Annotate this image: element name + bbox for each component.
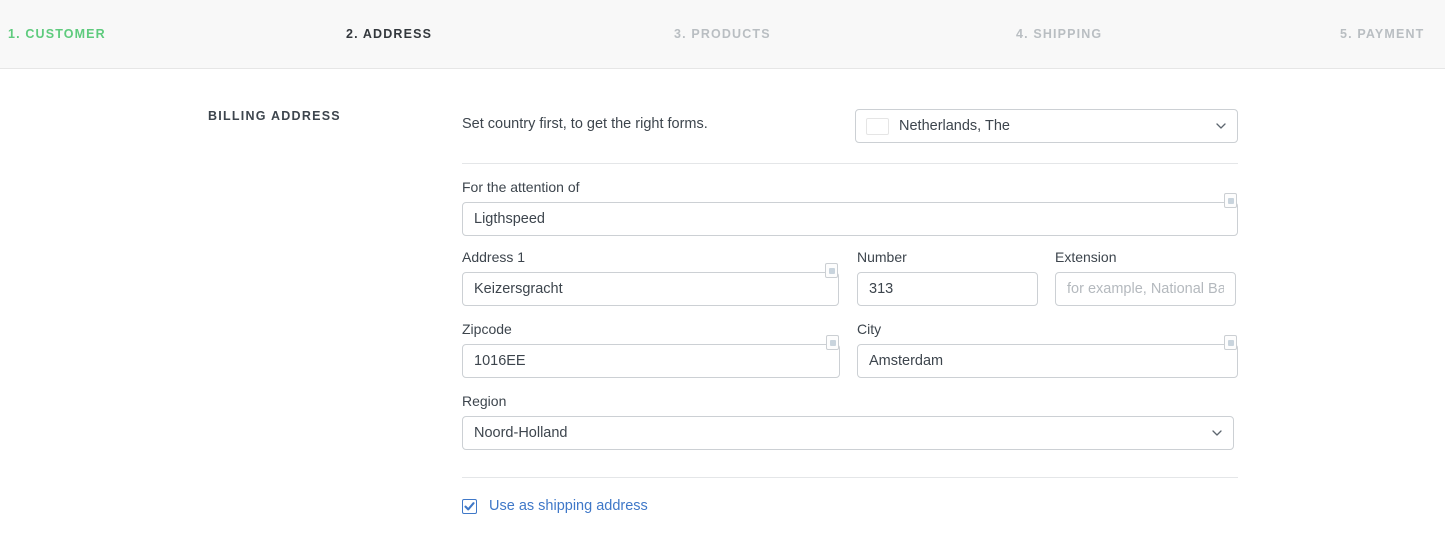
checkout-step-shipping[interactable]: 4. SHIPPING bbox=[1016, 27, 1102, 41]
checkout-step-products[interactable]: 3. PRODUCTS bbox=[674, 27, 771, 41]
field-city-label: City bbox=[857, 321, 882, 337]
number-input[interactable] bbox=[857, 272, 1038, 306]
region-select-value: Noord-Holland bbox=[474, 425, 568, 441]
use-as-shipping-address-label[interactable]: Use as shipping address bbox=[489, 498, 648, 514]
divider-below-country bbox=[462, 163, 1238, 164]
region-select[interactable]: Noord-Holland bbox=[462, 416, 1234, 450]
checkout-steps-bar: 1. CUSTOMER 2. ADDRESS 3. PRODUCTS 4. SH… bbox=[0, 0, 1445, 69]
extension-input[interactable] bbox=[1055, 272, 1236, 306]
use-as-shipping-address-row: Use as shipping address bbox=[462, 498, 648, 514]
billing-address-section-title: BILLING ADDRESS bbox=[208, 109, 341, 123]
field-address1: Address 1 bbox=[462, 249, 839, 306]
field-number: Number bbox=[857, 249, 1038, 306]
chevron-down-icon bbox=[1216, 123, 1226, 132]
field-extension: Extension bbox=[1055, 249, 1236, 306]
field-address1-label: Address 1 bbox=[462, 249, 526, 265]
field-extension-label: Extension bbox=[1055, 249, 1117, 265]
field-number-label: Number bbox=[857, 249, 907, 265]
divider-above-shipping-option bbox=[462, 477, 1238, 478]
field-attention-label: For the attention of bbox=[462, 179, 580, 195]
field-region: Region Noord-Holland bbox=[462, 393, 1234, 450]
checkmark-icon bbox=[464, 501, 475, 510]
field-city: City bbox=[857, 321, 1238, 378]
country-select[interactable]: Netherlands, The bbox=[855, 109, 1238, 143]
checkout-step-address[interactable]: 2. ADDRESS bbox=[346, 27, 432, 41]
field-zipcode: Zipcode bbox=[462, 321, 840, 378]
address1-input[interactable] bbox=[462, 272, 839, 306]
field-zipcode-label: Zipcode bbox=[462, 321, 512, 337]
checkout-step-customer[interactable]: 1. CUSTOMER bbox=[8, 27, 106, 41]
country-select-value: Netherlands, The bbox=[899, 118, 1010, 134]
field-region-label: Region bbox=[462, 393, 507, 409]
field-attention: For the attention of bbox=[462, 179, 1238, 236]
attention-input[interactable] bbox=[462, 202, 1238, 236]
country-hint-text: Set country first, to get the right form… bbox=[462, 116, 708, 132]
use-as-shipping-address-checkbox[interactable] bbox=[462, 498, 477, 514]
checkout-step-payment[interactable]: 5. PAYMENT bbox=[1340, 27, 1424, 41]
netherlands-flag-icon bbox=[867, 119, 888, 134]
chevron-down-icon bbox=[1212, 430, 1222, 439]
city-input[interactable] bbox=[857, 344, 1238, 378]
zipcode-input[interactable] bbox=[462, 344, 840, 378]
